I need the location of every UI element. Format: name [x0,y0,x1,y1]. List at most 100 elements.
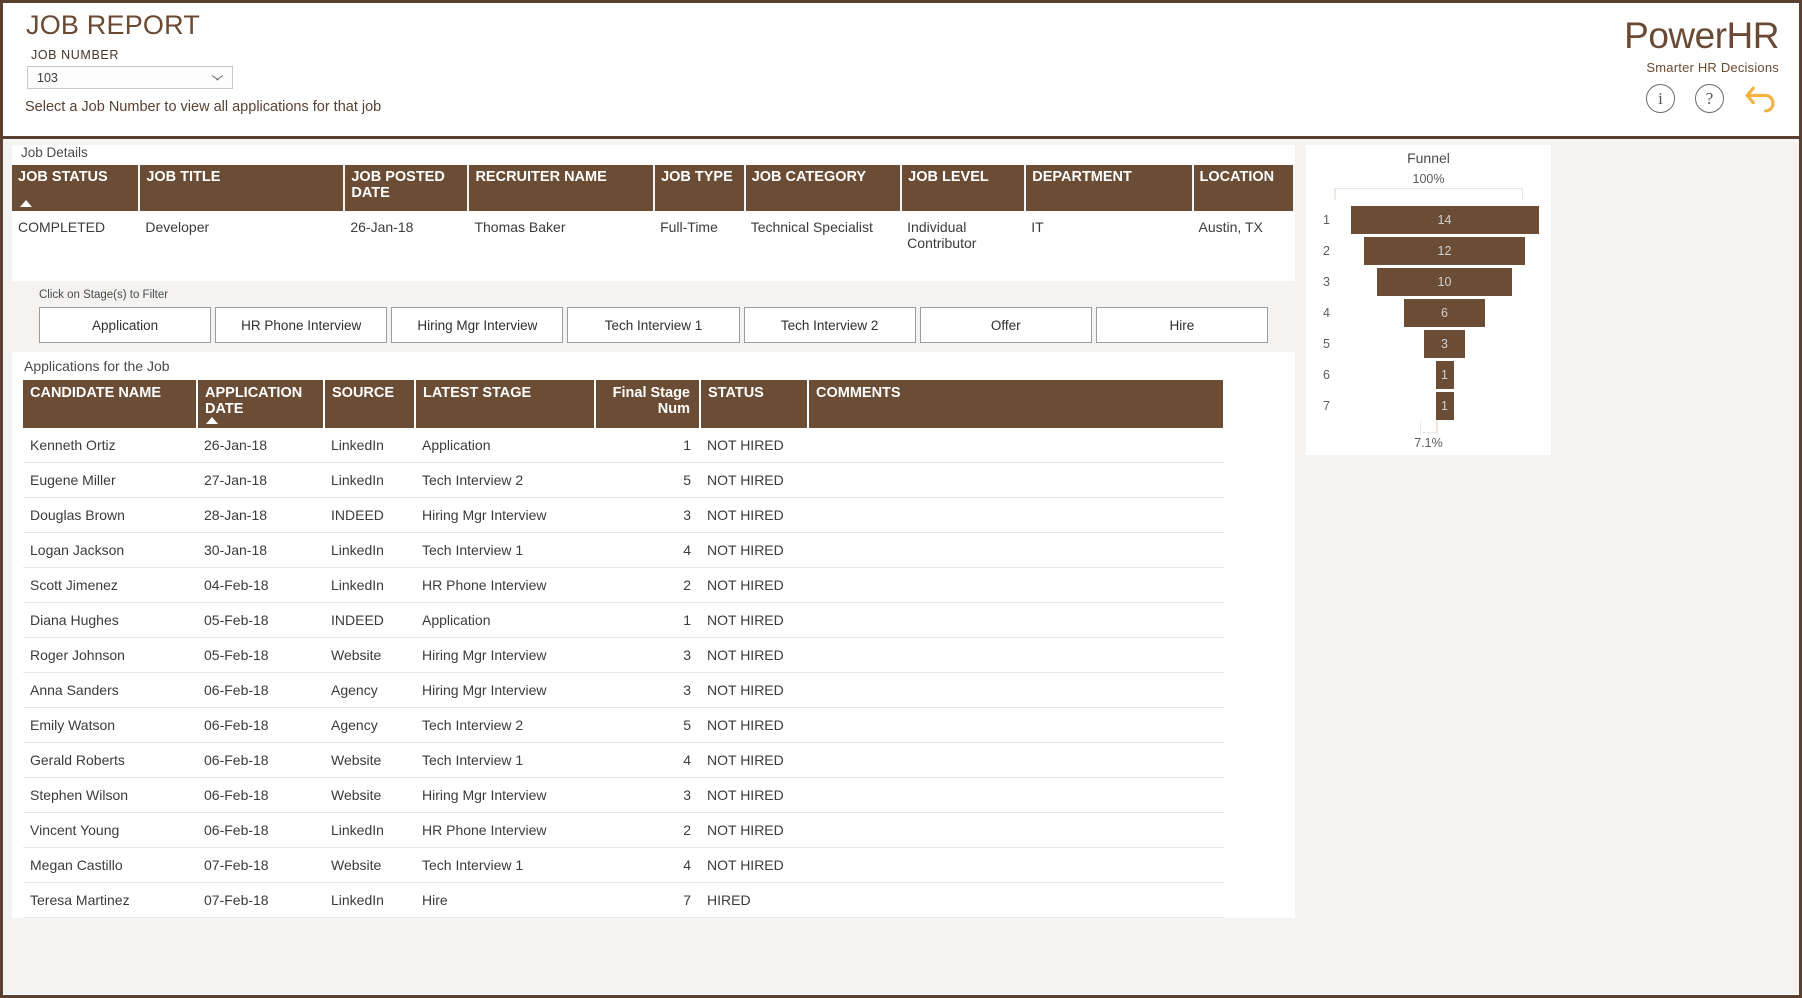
applications-table: CANDIDATE NAME APPLICATION DATE SOURCE L… [23,380,1225,918]
funnel-bar[interactable]: 1 [1435,391,1454,420]
funnel-stage-index: 2 [1323,243,1330,258]
cell-final-stage-num: 3 [595,777,700,813]
funnel-bar[interactable]: 10 [1377,267,1512,296]
funnel-row[interactable]: 46 [1306,297,1551,328]
job-details-col-job-title[interactable]: JOB TITLE [139,165,346,211]
job-details-col-job-type[interactable]: JOB TYPE [654,165,746,211]
cell-latest-stage: Tech Interview 1 [415,847,595,883]
cell-status: NOT HIRED [700,777,808,813]
cell-department: IT [1025,211,1193,259]
cell-job-status: COMPLETED [12,211,140,259]
cell-comments [808,707,1224,743]
brand-name-power: Power [1624,15,1727,56]
cell-job-category: Technical Specialist [744,211,902,259]
applications-col-status[interactable]: STATUS [700,380,809,428]
job-details-col-job-status[interactable]: JOB STATUS [12,165,141,211]
cell-job-title: Developer [139,211,345,259]
funnel-row[interactable]: 1 14 [1306,204,1551,235]
job-details-col-location[interactable]: LOCATION [1192,165,1296,211]
funnel-row[interactable]: 61 [1306,359,1551,390]
cell-source: Website [324,742,415,778]
job-details-header-row: JOB STATUS JOB TITLE JOB POSTED DATE REC… [12,165,1296,211]
applications-col-candidate-name[interactable]: CANDIDATE NAME [23,380,198,428]
cell-source: LinkedIn [324,567,415,603]
table-row[interactable]: Kenneth Ortiz 26-Jan-18 LinkedIn Applicatio… [23,428,1224,463]
cell-final-stage-num: 5 [595,462,700,498]
sort-ascending-icon [206,417,218,424]
cell-candidate-name: Vincent Young [23,812,197,848]
cell-candidate-name: Diana Hughes [23,602,197,638]
stage-button-hire[interactable]: Hire [1095,307,1268,343]
stage-button-tech-interview-1[interactable]: Tech Interview 1 [567,307,740,343]
funnel-bar[interactable]: 1 [1435,360,1454,389]
stage-filter-hint: Click on Stage(s) to Filter [39,289,169,301]
cell-final-stage-num: 4 [595,742,700,778]
funnel-chart-panel: Funnel 100% 1 14 2 12 3 10 4 6 5 3 6 1 7 1 7.1% [1306,145,1551,455]
info-icon[interactable]: i [1646,84,1675,113]
cell-status: NOT HIRED [700,602,808,638]
job-number-label: JOB NUMBER [31,48,119,62]
job-details-col-recruiter-name[interactable]: RECRUITER NAME [468,165,656,211]
cell-latest-stage: HR Phone Interview [415,812,595,848]
funnel-row[interactable]: 53 [1306,328,1551,359]
cell-comments [808,847,1224,883]
cell-source: LinkedIn [324,882,415,918]
funnel-stage-index: 7 [1323,398,1330,413]
cell-comments [808,812,1224,848]
sort-ascending-icon [20,200,32,207]
help-icon[interactable]: ? [1695,84,1724,113]
applications-col-final-stage-num[interactable]: Final Stage Num [595,380,701,428]
funnel-bar[interactable]: 12 [1363,236,1526,265]
cell-latest-stage: Hiring Mgr Interview [415,637,595,673]
table-row[interactable]: Anna Sanders 06-Feb-18 Agency Hiring Mgr In… [23,672,1224,708]
funnel-bar[interactable]: 6 [1404,298,1485,327]
cell-comments [808,602,1224,638]
stage-button-tech-interview-2[interactable]: Tech Interview 2 [743,307,916,343]
cell-application-date: 28-Jan-18 [197,497,324,533]
funnel-row[interactable]: 71 [1306,390,1551,421]
table-row[interactable]: Diana Hughes 05-Feb-18 INDEED Application 1 N… [23,602,1224,638]
cell-final-stage-num: 2 [595,812,700,848]
stage-button-hr-phone-interview[interactable]: HR Phone Interview [215,307,388,343]
funnel-row[interactable]: 2 12 [1306,235,1551,266]
report-body: Job Details JOB STATUS JOB TITLE JOB POS… [3,139,1799,994]
job-number-select[interactable]: 103 [27,66,233,89]
cell-candidate-name: Douglas Brown [23,497,197,533]
cell-candidate-name: Teresa Martinez [23,882,197,918]
cell-application-date: 06-Feb-18 [197,742,324,778]
brand-name: PowerHR [1624,17,1779,54]
cell-status: NOT HIRED [700,707,808,743]
job-details-col-department[interactable]: DEPARTMENT [1025,165,1194,211]
funnel-bar[interactable]: 3 [1424,329,1465,358]
applications-header-row: CANDIDATE NAME APPLICATION DATE SOURCE L… [23,380,1225,428]
table-row[interactable]: Douglas Brown 28-Jan-18 INDEED Hiring Mgr I… [23,497,1224,533]
table-row[interactable]: Megan Castillo 07-Feb-18 Website Tech Inter… [23,847,1224,883]
funnel-bar[interactable]: 14 [1350,205,1539,234]
table-row[interactable]: Logan Jackson 30-Jan-18 LinkedIn Tech Inter… [23,532,1224,568]
stage-button-hiring-mgr-interview[interactable]: Hiring Mgr Interview [391,307,564,343]
undo-icon[interactable] [1744,83,1777,114]
cell-latest-stage: Application [415,602,595,638]
job-details-col-job-category[interactable]: JOB CATEGORY [744,165,903,211]
cell-latest-stage: Hiring Mgr Interview [415,777,595,813]
table-row[interactable]: Eugene Miller 27-Jan-18 LinkedIn Tech Inter… [23,462,1224,498]
table-row[interactable]: Emily Watson 06-Feb-18 Agency Tech Intervie… [23,707,1224,743]
funnel-row[interactable]: 3 10 [1306,266,1551,297]
table-row[interactable]: Vincent Young 06-Feb-18 LinkedIn HR Phone I… [23,812,1224,848]
applications-col-comments[interactable]: COMMENTS [808,380,1225,428]
applications-col-latest-stage[interactable]: LATEST STAGE [415,380,596,428]
applications-col-application-date[interactable]: APPLICATION DATE [197,380,325,428]
stage-button-application[interactable]: Application [39,307,212,343]
stage-button-offer[interactable]: Offer [919,307,1092,343]
funnel-bar-track: 12 [1338,236,1551,265]
cell-application-date: 05-Feb-18 [197,602,324,638]
job-details-col-job-level[interactable]: JOB LEVEL [901,165,1027,211]
table-row[interactable]: Teresa Martinez 07-Feb-18 LinkedIn Hire 7 HIR… [23,882,1224,918]
job-details-col-job-posted-date[interactable]: JOB POSTED DATE [344,165,470,211]
cell-candidate-name: Gerald Roberts [23,742,197,778]
applications-col-source[interactable]: SOURCE [324,380,416,428]
table-row[interactable]: Gerald Roberts 06-Feb-18 Website Tech Inter… [23,742,1224,778]
table-row[interactable]: Roger Johnson 05-Feb-18 Website Hiring Mgr … [23,637,1224,673]
table-row[interactable]: Scott Jimenez 04-Feb-18 LinkedIn HR Phone I… [23,567,1224,603]
table-row[interactable]: Stephen Wilson 06-Feb-18 Website Hiring Mgr… [23,777,1224,813]
